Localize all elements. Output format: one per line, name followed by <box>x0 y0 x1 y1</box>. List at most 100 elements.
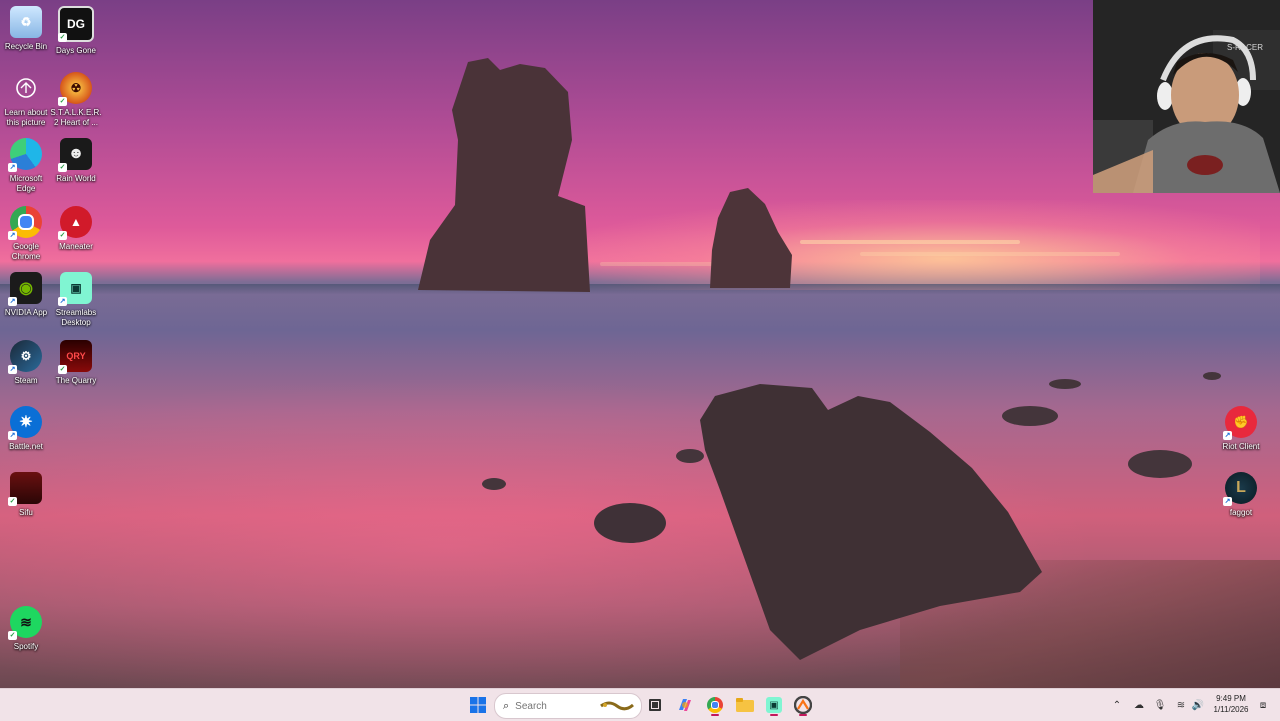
task-view-button[interactable] <box>643 693 667 717</box>
desktop-icon-sifu[interactable]: ✓ Sifu <box>0 472 52 518</box>
desktop-icon-edge[interactable]: ↗ Microsoft Edge <box>0 138 52 194</box>
shortcut-arrow-icon: ↗ <box>8 297 17 306</box>
small-rock <box>1002 406 1058 426</box>
desktop-icon-league[interactable]: L ↗ faggot <box>1215 472 1267 518</box>
cloud-icon: ☁ <box>1134 699 1144 711</box>
copilot-button[interactable] <box>673 693 697 717</box>
shortcut-check-icon: ✓ <box>58 365 67 374</box>
taskbar-streamlabs-button[interactable]: ▣ <box>762 693 786 717</box>
task-view-icon <box>649 699 661 711</box>
league-icon: L ↗ <box>1223 472 1257 506</box>
tray-network-button[interactable]: ≋ <box>1173 689 1189 721</box>
shortcut-arrow-icon: ↗ <box>8 231 17 240</box>
stalker-icon: ☢ ✓ <box>58 72 92 106</box>
tray-microphone-button[interactable]: 🎙 <box>1152 689 1168 721</box>
taskbar-search[interactable]: ⌕ <box>494 693 642 719</box>
shortcut-arrow-icon: ↗ <box>1223 497 1232 506</box>
desktop-icon-learn-about-picture[interactable]: Learn about this picture <box>0 72 52 128</box>
desktop-icon-steam[interactable]: ⚙ ↗ Steam <box>0 340 52 386</box>
desktop-icon-spotify[interactable]: ≋ ✓ Spotify <box>0 606 52 652</box>
icon-label: Streamlabs Desktop <box>55 308 97 327</box>
clock-time: 9:49 PM <box>1216 694 1246 703</box>
shortcut-check-icon: ✓ <box>58 97 67 106</box>
file-explorer-icon <box>736 698 754 712</box>
days-gone-logo: DG <box>67 17 85 31</box>
file-explorer-button[interactable] <box>733 693 757 717</box>
chrome-icon <box>707 697 723 713</box>
desktop-icon-the-quarry[interactable]: QRY ✓ The Quarry <box>50 340 102 386</box>
icon-label: Riot Client <box>1222 442 1260 451</box>
icon-label: Learn about this picture <box>4 108 48 127</box>
icon-label: Maneater <box>59 242 93 251</box>
desktop-icon-recycle-bin[interactable]: ♻ Recycle Bin <box>0 6 52 52</box>
small-rock <box>1203 372 1221 380</box>
tray-overflow-button[interactable]: ⌃ <box>1110 689 1124 721</box>
desktop-icon-rain-world[interactable]: ☻ ✓ Rain World <box>50 138 102 184</box>
icon-label: Sifu <box>19 508 33 517</box>
taskbar-chrome-button[interactable] <box>703 693 727 717</box>
overwatch-button[interactable] <box>791 693 815 717</box>
desktop-icon-stalker[interactable]: ☢ ✓ S.T.A.L.K.E.R. 2 Heart of ... <box>50 72 102 128</box>
recycle-bin-icon: ♻ <box>10 6 42 38</box>
streamlabs-icon: ▣ ↗ <box>58 272 92 306</box>
icon-label: Microsoft Edge <box>9 174 43 193</box>
streamlabs-icon: ▣ <box>766 697 782 713</box>
small-rock <box>482 478 506 490</box>
sea-stacks <box>418 58 1221 660</box>
spotify-icon: ≋ ✓ <box>8 606 42 640</box>
maneater-icon: ▲ ✓ <box>58 206 92 240</box>
shortcut-check-icon: ✓ <box>58 231 67 240</box>
tray-app-button[interactable]: ☁ <box>1131 689 1147 721</box>
desktop-icon-days-gone[interactable]: DG ✓ Days Gone <box>50 6 102 56</box>
icon-label: S.T.A.L.K.E.R. 2 Heart of ... <box>50 108 102 127</box>
search-input[interactable] <box>513 699 598 713</box>
overwatch-icon <box>794 696 812 714</box>
small-rock <box>1128 450 1192 478</box>
days-gone-icon: DG ✓ <box>58 6 94 42</box>
sifu-icon: ✓ <box>8 472 42 506</box>
icon-label: NVIDIA App <box>4 308 48 317</box>
sea-stack-small <box>710 188 792 288</box>
notification-bell-icon: ⧈ <box>1259 699 1267 711</box>
webcam-overlay: S-RACER <box>1093 0 1280 193</box>
icon-label: Google Chrome <box>11 242 41 261</box>
desktop-icon-chrome[interactable]: ↗ Google Chrome <box>0 206 52 262</box>
camera-icon <box>10 72 42 104</box>
notifications-button[interactable]: ⧈ <box>1255 689 1271 721</box>
icon-label: Recycle Bin <box>4 42 48 51</box>
desktop-icon-streamlabs[interactable]: ▣ ↗ Streamlabs Desktop <box>50 272 102 328</box>
clock-date: 1/11/2026 <box>1213 705 1249 714</box>
shortcut-check-icon: ✓ <box>58 163 67 172</box>
sea-stack-tall <box>418 58 590 292</box>
taskbar-clock[interactable]: 9:49 PM 1/11/2026 <box>1208 693 1254 715</box>
desktop-icon-nvidia[interactable]: ◉ ↗ NVIDIA App <box>0 272 52 318</box>
foreground-rock <box>700 384 1042 660</box>
webcam-person-image: S-RACER <box>1093 0 1280 193</box>
shortcut-check-icon: ✓ <box>8 497 17 506</box>
the-quarry-icon: QRY ✓ <box>58 340 92 374</box>
chevron-up-icon: ⌃ <box>1112 699 1122 711</box>
nvidia-icon: ◉ ↗ <box>8 272 42 306</box>
running-indicator <box>799 714 807 716</box>
icon-label: Battle.net <box>9 442 43 451</box>
edge-icon: ↗ <box>8 138 42 172</box>
running-indicator <box>711 714 719 716</box>
search-icon: ⌕ <box>503 699 510 712</box>
small-rock <box>1049 379 1081 389</box>
copilot-icon <box>679 699 691 711</box>
start-icon <box>470 697 486 713</box>
desktop-icon-riot-client[interactable]: ✊ ↗ Riot Client <box>1215 406 1267 452</box>
desktop-icon-battlenet[interactable]: ✷ ↗ Battle.net <box>0 406 52 452</box>
volume-icon: 🔊 <box>1191 699 1205 711</box>
icon-label: Spotify <box>13 642 39 651</box>
wifi-icon: ≋ <box>1176 699 1186 711</box>
shortcut-check-icon: ✓ <box>58 33 67 42</box>
rain-world-icon: ☻ ✓ <box>58 138 92 172</box>
desktop-icon-maneater[interactable]: ▲ ✓ Maneater <box>50 206 102 252</box>
icon-label: Rain World <box>56 174 96 183</box>
riot-client-icon: ✊ ↗ <box>1223 406 1257 440</box>
tray-volume-button[interactable]: 🔊 <box>1190 689 1206 721</box>
start-button[interactable] <box>466 693 490 717</box>
shortcut-arrow-icon: ↗ <box>8 163 17 172</box>
chrome-icon: ↗ <box>8 206 42 240</box>
